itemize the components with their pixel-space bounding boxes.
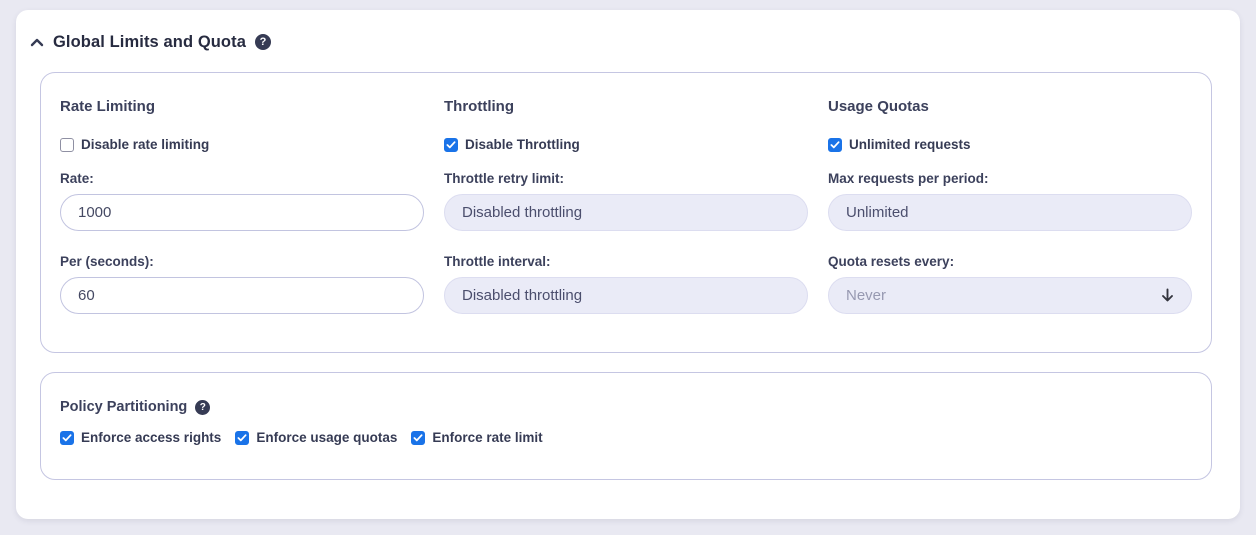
policy-partitioning-panel: Policy Partitioning ? Enforce access rig… — [40, 372, 1212, 480]
policy-partitioning-heading: Policy Partitioning — [60, 399, 188, 415]
max-requests-input — [828, 194, 1192, 231]
rate-label: Rate: — [60, 171, 94, 186]
arrow-down-icon — [1160, 288, 1175, 303]
checkbox-enforce-rate-limit[interactable]: Enforce rate limit — [411, 429, 543, 446]
max-requests-label: Max requests per period: — [828, 171, 989, 186]
per-seconds-label: Per (seconds): — [60, 254, 154, 269]
throttle-retry-limit-label: Throttle retry limit: — [444, 171, 565, 186]
checkbox-label: Disable Throttling — [465, 137, 580, 152]
throttle-interval-label: Throttle interval: — [444, 254, 551, 269]
accordion-title: Global Limits and Quota — [53, 32, 246, 51]
question-circle-icon[interactable]: ? — [254, 34, 271, 50]
throttling-column: Throttling Disable Throttling Throttle r… — [444, 97, 808, 314]
chevron-up-icon[interactable] — [30, 38, 44, 47]
throttle-retry-limit-input — [444, 194, 808, 231]
rate-limiting-heading: Rate Limiting — [60, 98, 156, 115]
throttle-interval-input — [444, 277, 808, 314]
limits-panel: Rate Limiting Disable rate limiting Rate… — [40, 72, 1212, 353]
rate-limiting-column: Rate Limiting Disable rate limiting Rate… — [60, 97, 424, 314]
quota-resets-label: Quota resets every: — [828, 254, 955, 269]
checkbox-enforce-usage-quotas[interactable]: Enforce usage quotas — [235, 429, 397, 446]
checkbox-label: Enforce usage quotas — [256, 430, 398, 445]
checkbox-icon[interactable] — [444, 137, 458, 152]
checkbox-icon[interactable] — [235, 430, 250, 445]
usage-quotas-heading: Usage Quotas — [828, 98, 929, 115]
rate-input[interactable] — [60, 194, 424, 231]
checkbox-label: Enforce rate limit — [432, 430, 543, 445]
usage-quotas-column: Usage Quotas Unlimited requests Max requ… — [828, 97, 1192, 314]
accordion-header[interactable]: Global Limits and Quota ? — [30, 32, 1212, 52]
checkbox-label: Disable rate limiting — [81, 137, 210, 152]
select-value: Never — [846, 287, 887, 304]
question-circle-icon[interactable]: ? — [195, 400, 211, 415]
checkbox-icon[interactable] — [828, 137, 842, 152]
checkbox-disable-rate-limiting[interactable]: Disable rate limiting — [60, 136, 209, 153]
checkbox-label: Enforce access rights — [81, 430, 222, 445]
checkbox-unlimited-requests[interactable]: Unlimited requests — [828, 136, 971, 153]
checkbox-icon[interactable] — [411, 430, 426, 445]
checkbox-enforce-access-rights[interactable]: Enforce access rights — [60, 429, 221, 446]
checkbox-icon[interactable] — [60, 137, 74, 152]
checkbox-icon[interactable] — [60, 430, 74, 445]
checkbox-disable-throttling[interactable]: Disable Throttling — [444, 136, 580, 153]
global-limits-card: Global Limits and Quota ? Rate Limiting … — [16, 10, 1240, 519]
checkbox-label: Unlimited requests — [849, 137, 971, 152]
throttling-heading: Throttling — [444, 98, 514, 115]
per-seconds-input[interactable] — [60, 277, 424, 314]
quota-resets-select[interactable]: Never — [828, 277, 1192, 314]
